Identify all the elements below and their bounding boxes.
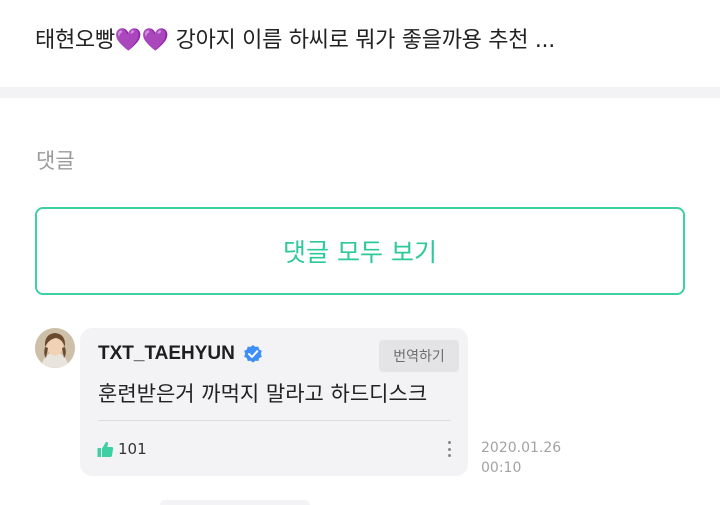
comment-time: 00:10 — [481, 460, 522, 476]
avatar-photo — [35, 328, 75, 368]
comment-divider — [98, 420, 451, 421]
translate-label: 번역하기 — [393, 349, 445, 365]
next-comment-stub — [160, 500, 310, 505]
comment-author[interactable]: TXT_TAEHYUN — [98, 343, 263, 365]
section-separator — [0, 87, 720, 98]
verified-badge-icon — [244, 345, 262, 363]
comment-bubble: TXT_TAEHYUN 번역하기 훈련받은거 까먹지 말라고 하드디스크 101 — [80, 328, 468, 476]
comments-section-title: 댓글 — [36, 149, 75, 173]
comment-timestamp: 2020.01.26 00:10 — [481, 438, 561, 478]
like-count: 101 — [118, 440, 147, 458]
avatar[interactable] — [35, 328, 75, 368]
post-text[interactable]: 태현오빵💜💜 강아지 이름 하씨로 뭐가 좋을까용 추천 ... — [35, 22, 555, 54]
thumbs-up-icon — [97, 441, 114, 457]
comment-text: 훈련받은거 까먹지 말라고 하드디스크 — [98, 382, 428, 406]
like-button[interactable]: 101 — [97, 440, 147, 458]
comment-date: 2020.01.26 — [481, 440, 562, 456]
view-all-comments-button[interactable]: 댓글 모두 보기 — [35, 207, 685, 295]
view-all-comments-label: 댓글 모두 보기 — [283, 238, 437, 267]
author-name[interactable]: TXT_TAEHYUN — [98, 343, 235, 365]
more-options-icon[interactable] — [442, 439, 456, 459]
translate-button[interactable]: 번역하기 — [379, 340, 459, 372]
